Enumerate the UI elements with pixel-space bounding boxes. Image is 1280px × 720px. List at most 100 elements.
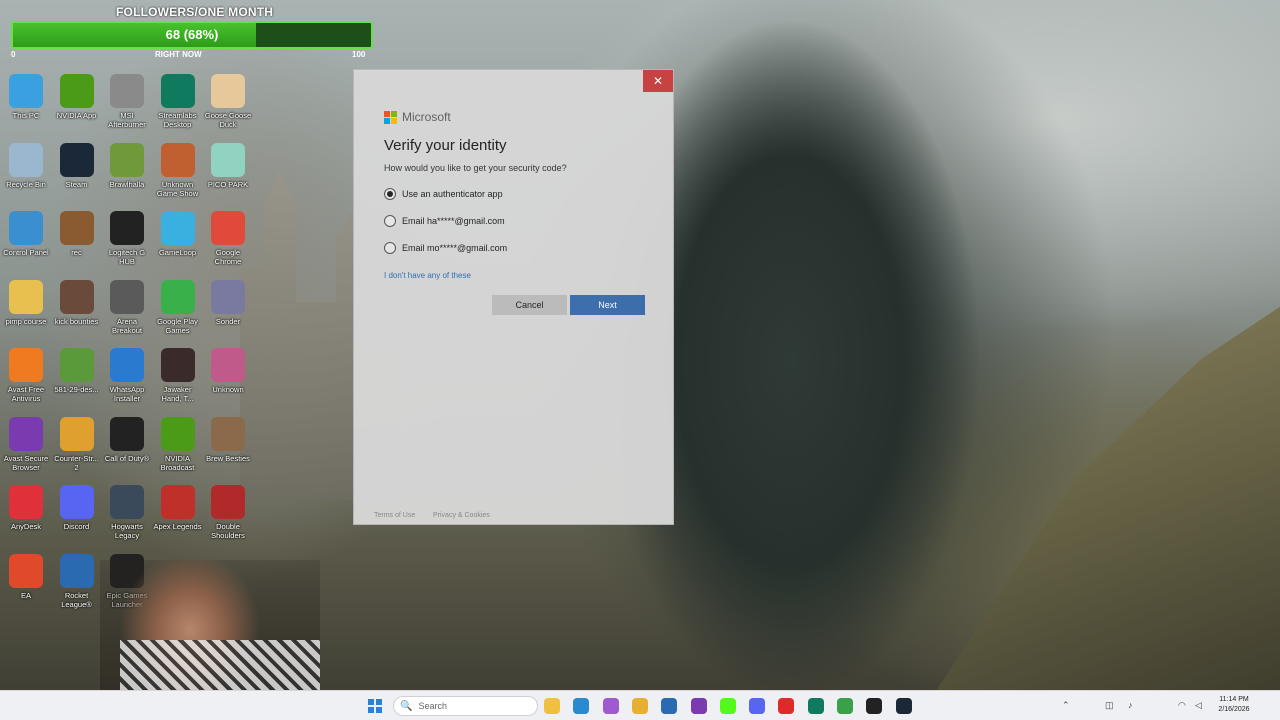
- followers-max-label: 100: [352, 50, 366, 59]
- desktop-icon-folder[interactable]: pimp course: [1, 279, 51, 348]
- cs2-icon: [59, 416, 94, 451]
- desktop-icon-play-games[interactable]: Google Play Games: [153, 279, 203, 348]
- desktop-icon-logitech[interactable]: Logitech G HUB: [102, 211, 152, 279]
- desktop-icon-avast[interactable]: Avast Free Antivirus: [1, 348, 51, 416]
- desktop-icon-jawaker[interactable]: Jawaker Hand, T...: [153, 348, 203, 416]
- copilot-icon[interactable]: [602, 698, 619, 714]
- desktop-icon-rec[interactable]: rec: [52, 211, 102, 279]
- desktop-icon-download[interactable]: WhatsApp Installer: [102, 348, 152, 416]
- gameloop-icon: [160, 211, 195, 245]
- steam-icon[interactable]: [895, 698, 912, 714]
- desktop-icon-label: Logitech G HUB: [108, 248, 146, 266]
- desktop-icon-label: Avast Secure Browser: [3, 453, 49, 472]
- desktop-icon-avast-browser[interactable]: Avast Secure Browser: [1, 416, 51, 485]
- desktop-icon-recycle-bin[interactable]: Recycle Bin: [1, 142, 51, 211]
- pico-park-icon: [211, 142, 245, 177]
- desktop-icon-label: Steam: [65, 179, 88, 189]
- discord-icon: [59, 485, 94, 519]
- kick-icon[interactable]: [719, 698, 736, 714]
- desktop-icon-arena[interactable]: Arena Breakout: [102, 279, 152, 348]
- file-icon: [59, 348, 94, 382]
- desktop-icon-ds[interactable]: Double Shoulders: [203, 485, 253, 553]
- desktop-icon-goose[interactable]: Goose Goose Duck: [203, 74, 253, 142]
- cancel-button[interactable]: Cancel: [492, 295, 567, 315]
- start-button[interactable]: [368, 699, 382, 713]
- desktop-icon-msi[interactable]: MSI Afterburner: [102, 74, 152, 142]
- chrome-icon[interactable]: [837, 698, 853, 714]
- desktop-icon-label: Control Panel: [3, 248, 49, 257]
- desktop-icon-label: Google Play Games: [157, 316, 198, 335]
- desktop-icon-ea[interactable]: EA: [1, 553, 51, 622]
- volume-icon[interactable]: ◁: [1195, 700, 1202, 711]
- desktop-icon-brew[interactable]: Brew Besties: [203, 416, 253, 485]
- terms-link[interactable]: Terms of Use: [374, 512, 415, 519]
- followers-min-label: 0: [11, 50, 16, 59]
- desktop-icon-label: kick bounties: [54, 316, 99, 326]
- desktop-icon-kick[interactable]: kick bounties: [52, 279, 102, 348]
- discord-icon[interactable]: [749, 698, 766, 714]
- radio-icon[interactable]: [384, 215, 396, 227]
- radio-icon[interactable]: [384, 188, 396, 200]
- desktop-icon-game[interactable]: Unknown Game Show: [153, 142, 203, 211]
- no-options-link[interactable]: I don't have any of these: [384, 271, 471, 280]
- followers-goal-widget: FOLLOWERS/ONE MONTH 68 (68%) 0 RIGHT NOW…: [8, 4, 374, 60]
- nvidia-broadcast-icon: [160, 416, 195, 451]
- desktop-icon-brawlhalla[interactable]: Brawlhalla: [102, 142, 152, 211]
- anydesk-icon: [9, 485, 43, 519]
- desktop-icon-chrome[interactable]: Google Chrome: [203, 211, 253, 279]
- desktop-icon-gameloop[interactable]: GameLoop: [153, 211, 203, 279]
- streamlabs-icon[interactable]: [807, 698, 824, 714]
- goose-icon: [211, 74, 245, 108]
- edge-icon[interactable]: [573, 698, 590, 714]
- desktop-icon-nvidia[interactable]: NVIDIA App: [52, 74, 102, 142]
- taskbar-search[interactable]: 🔍 Search: [393, 696, 538, 716]
- desktop-icon-anydesk[interactable]: AnyDesk: [1, 485, 51, 553]
- privacy-link[interactable]: Privacy & Cookies: [433, 512, 490, 519]
- desktop-icon-label: Hogwarts Legacy: [111, 522, 143, 540]
- desktop-icon-hogwarts[interactable]: Hogwarts Legacy: [102, 485, 152, 553]
- desktop-icon-discord[interactable]: Discord: [52, 485, 102, 553]
- file-explorer-icon[interactable]: [544, 698, 560, 714]
- desktop-icon-pico-park[interactable]: PICO PARK: [203, 142, 253, 211]
- wifi-icon[interactable]: ◠: [1178, 700, 1186, 711]
- desktop-icon-sonder[interactable]: Sonder: [203, 279, 253, 348]
- wallpaper-mountain: [930, 300, 1280, 700]
- mic-icon[interactable]: ♪: [1128, 700, 1133, 710]
- desktop-icon-cod[interactable]: Call of Duty®: [102, 416, 152, 485]
- desktop-icon-rocket-league[interactable]: Rocket League®: [52, 553, 102, 622]
- desktop-icon-label: Brew Besties: [206, 453, 250, 463]
- option-authenticator-app[interactable]: Use an authenticator app: [384, 188, 503, 200]
- desktop-icon-label: WhatsApp Installer: [109, 385, 145, 403]
- dialog-title: Verify your identity: [384, 137, 507, 154]
- option-email-mo[interactable]: Email mo*****@gmail.com: [384, 242, 507, 254]
- radio-icon[interactable]: [384, 242, 396, 254]
- capcut-icon[interactable]: [866, 698, 883, 714]
- desktop-icon-file[interactable]: 581-29-des...: [52, 348, 102, 416]
- obs-icon[interactable]: [690, 698, 707, 714]
- desktop-icon-control-panel[interactable]: Control Panel: [1, 211, 51, 279]
- microsoft-brand: Microsoft: [402, 110, 451, 124]
- desktop-icon-nvidia-broadcast[interactable]: NVIDIA Broadcast: [153, 416, 203, 485]
- folder-icon[interactable]: [631, 698, 648, 714]
- option-email-ha[interactable]: Email ha*****@gmail.com: [384, 215, 505, 227]
- desktop-icon-steam[interactable]: Steam: [52, 142, 102, 211]
- youtube-icon[interactable]: [778, 698, 795, 714]
- rec-icon: [59, 211, 94, 245]
- desktop-icon-this-pc[interactable]: This PC: [1, 74, 51, 142]
- close-icon[interactable]: ✕: [643, 70, 673, 92]
- store-icon[interactable]: [661, 698, 678, 714]
- desktop-icon-unknown[interactable]: Unknown: [203, 348, 253, 416]
- folder-icon: [9, 279, 43, 314]
- desktop-icon-cs2[interactable]: Counter-Str... 2: [52, 416, 102, 485]
- desktop-icon-streamlabs[interactable]: Streamlabs Desktop: [153, 74, 203, 142]
- desktop-icon-label: GameLoop: [158, 248, 197, 257]
- tray-chevron-icon[interactable]: ⌃: [1062, 700, 1070, 711]
- desktop-icon-label: This PC: [12, 111, 40, 120]
- network-icon[interactable]: ◫: [1105, 700, 1114, 711]
- clock[interactable]: 11:14 PM 2/16/2026: [1215, 695, 1253, 715]
- next-button[interactable]: Next: [570, 295, 645, 315]
- desktop-icon-apex[interactable]: Apex Legends: [153, 485, 203, 553]
- game-icon: [160, 142, 195, 177]
- option-label: Use an authenticator app: [402, 189, 503, 199]
- desktop-icon-label: Apex Legends: [153, 522, 202, 531]
